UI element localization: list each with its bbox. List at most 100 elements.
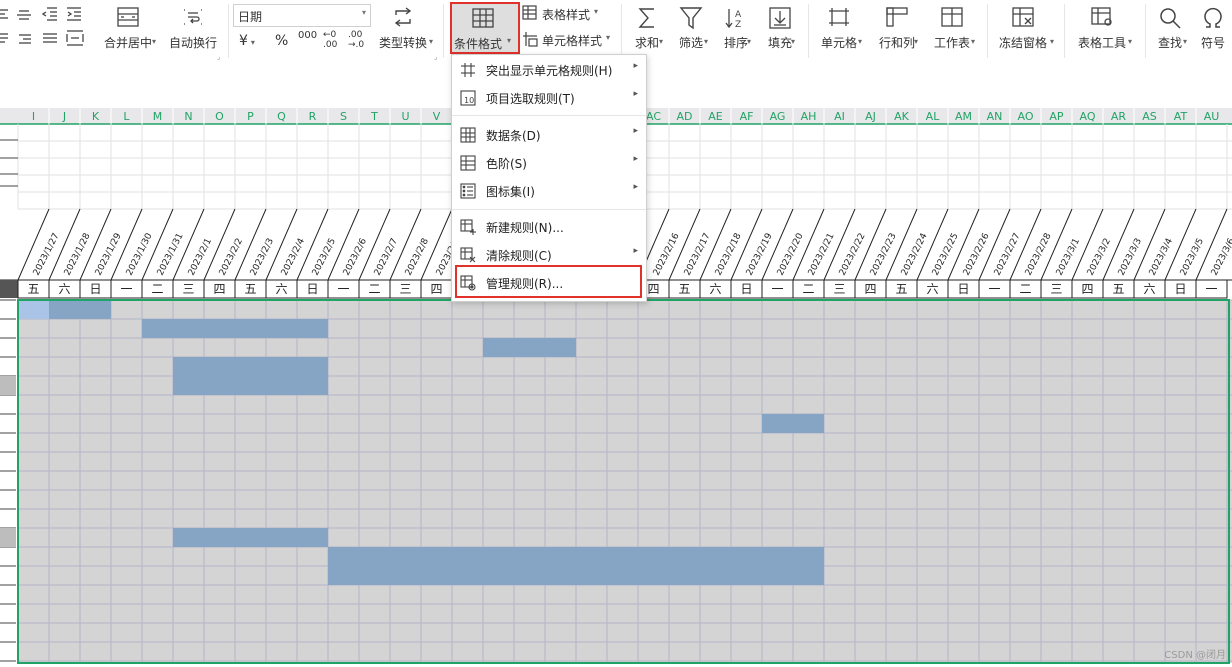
date-label: 2023/3/2 [1086, 237, 1113, 278]
filter-dropdown-icon[interactable]: ▾ [704, 37, 708, 46]
search-icon [1160, 8, 1181, 29]
thousands-separator-button[interactable]: 000 [298, 30, 317, 41]
column-header[interactable]: AP [1049, 110, 1064, 123]
column-header[interactable]: AK [894, 110, 910, 123]
weekday-label: 日 [1174, 282, 1186, 296]
align-left-icon[interactable] [0, 8, 10, 22]
cell-dropdown-icon[interactable]: ▾ [858, 37, 862, 46]
sort-dropdown-icon[interactable]: ▾ [747, 37, 751, 46]
column-header[interactable]: AT [1174, 110, 1188, 123]
find-dropdown-icon[interactable]: ▾ [1183, 37, 1187, 46]
cell-button[interactable]: 单元格 [815, 6, 863, 51]
column-header[interactable]: S [340, 110, 347, 123]
freeze-panes-button[interactable]: 冻结窗格 [994, 6, 1052, 51]
type-convert-dropdown-icon[interactable]: ▾ [429, 37, 433, 46]
menu-item-label: 图标集(I) [486, 185, 535, 199]
align-right-icon[interactable] [16, 32, 32, 46]
percent-button[interactable]: % [275, 33, 288, 49]
menu-item-top-bottom-rules[interactable]: 10 项目选取规则(T) ▸ [452, 84, 646, 112]
column-header[interactable]: AN [987, 110, 1003, 123]
gantt-bar[interactable] [173, 376, 328, 395]
menu-item-new-rule[interactable]: 新建规则(N)... [452, 213, 646, 241]
menu-item-highlight-rules[interactable]: 突出显示单元格规则(H) ▸ [452, 56, 646, 84]
gantt-bar[interactable] [762, 414, 824, 433]
column-header[interactable]: P [247, 110, 254, 123]
column-header[interactable]: K [92, 110, 100, 123]
column-header[interactable]: AC [646, 110, 661, 123]
rows-cols-icon [886, 7, 908, 27]
menu-item-icon-sets[interactable]: 图标集(I) ▸ [452, 177, 646, 205]
weekday-label: 五 [678, 282, 690, 296]
separator [1145, 4, 1146, 58]
align-center-icon[interactable] [16, 8, 32, 22]
align-bottom-left-icon[interactable] [0, 32, 10, 46]
column-header[interactable]: AE [708, 110, 723, 123]
column-header[interactable]: N [184, 110, 192, 123]
column-header[interactable]: J [62, 110, 66, 123]
column-header[interactable]: R [309, 110, 317, 123]
gantt-bar[interactable] [142, 319, 328, 338]
column-header[interactable]: L [123, 110, 130, 123]
gantt-bar[interactable] [328, 566, 824, 585]
menu-item-color-scales[interactable]: 色阶(S) ▸ [452, 149, 646, 177]
distributed-align-icon[interactable] [66, 30, 84, 46]
currency-button[interactable]: ¥ ▾ [239, 33, 255, 49]
number-group-launcher-icon[interactable]: ⌟ [434, 53, 437, 61]
symbol-button[interactable]: 符号 [1196, 6, 1230, 51]
type-convert-button[interactable]: 类型转换 [372, 6, 434, 51]
gantt-bar[interactable] [173, 528, 328, 547]
column-header[interactable]: AS [1142, 110, 1157, 123]
separator [987, 4, 988, 58]
column-header[interactable]: AL [926, 110, 941, 123]
fill-dropdown-icon[interactable]: ▾ [791, 37, 795, 46]
column-header[interactable]: M [153, 110, 163, 123]
merge-center-button[interactable]: 合并居中 [96, 6, 160, 51]
number-format-select[interactable]: 日期 ▾ [233, 4, 371, 27]
table-tools-dropdown-icon[interactable]: ▾ [1128, 37, 1132, 46]
column-header[interactable]: Q [277, 110, 286, 123]
gantt-bar[interactable] [49, 300, 111, 319]
column-header[interactable]: U [401, 110, 409, 123]
decrease-indent-icon[interactable] [42, 6, 58, 22]
increase-decimal-label: ←0 [323, 30, 337, 40]
date-label: 2023/2/4 [280, 237, 307, 278]
weekday-label: 四 [213, 282, 225, 296]
column-header[interactable]: AI [834, 110, 845, 123]
column-header[interactable]: AH [801, 110, 817, 123]
column-header[interactable]: O [215, 110, 224, 123]
column-header[interactable]: I [32, 110, 35, 123]
alignment-group-launcher-icon[interactable]: ⌟ [217, 53, 220, 61]
column-header[interactable]: AR [1111, 110, 1127, 123]
column-header[interactable]: AM [955, 110, 972, 123]
table-tools-button[interactable]: 表格工具 [1072, 6, 1132, 51]
column-header[interactable]: AF [740, 110, 754, 123]
gantt-bar[interactable] [173, 357, 328, 376]
justify-icon[interactable] [42, 32, 58, 46]
column-header[interactable]: AJ [865, 110, 876, 123]
increase-decimal-button[interactable]: ←0.00 [323, 30, 337, 50]
column-header[interactable]: T [370, 110, 378, 123]
weekday-label: 六 [926, 282, 938, 296]
decrease-decimal-button[interactable]: .00 →.0 [348, 30, 364, 50]
wrap-text-button[interactable]: 自动换行 [164, 6, 222, 51]
worksheet-dropdown-icon[interactable]: ▾ [971, 37, 975, 46]
worksheet-button[interactable]: 工作表 [927, 6, 977, 51]
increase-indent-icon[interactable] [66, 6, 82, 22]
rows-cols-dropdown-icon[interactable]: ▾ [914, 37, 918, 46]
weekday-label: 五 [244, 282, 256, 296]
column-header[interactable]: AD [677, 110, 693, 123]
gantt-bar-start-cell[interactable] [18, 300, 49, 319]
merge-center-dropdown-icon[interactable]: ▾ [152, 37, 156, 46]
svg-text:10: 10 [464, 96, 474, 105]
freeze-panes-dropdown-icon[interactable]: ▾ [1050, 37, 1054, 46]
column-header[interactable]: AG [770, 110, 786, 123]
sum-dropdown-icon[interactable]: ▾ [659, 37, 663, 46]
column-header[interactable]: AQ [1080, 110, 1096, 123]
gantt-bar[interactable] [328, 547, 824, 566]
column-header[interactable]: AU [1204, 110, 1220, 123]
gantt-bar[interactable] [483, 338, 576, 357]
menu-item-data-bars[interactable]: 数据条(D) ▸ [452, 121, 646, 149]
chevron-down-icon: ▾ [361, 8, 366, 17]
column-header[interactable]: AO [1018, 110, 1034, 123]
column-header[interactable]: V [433, 110, 441, 123]
